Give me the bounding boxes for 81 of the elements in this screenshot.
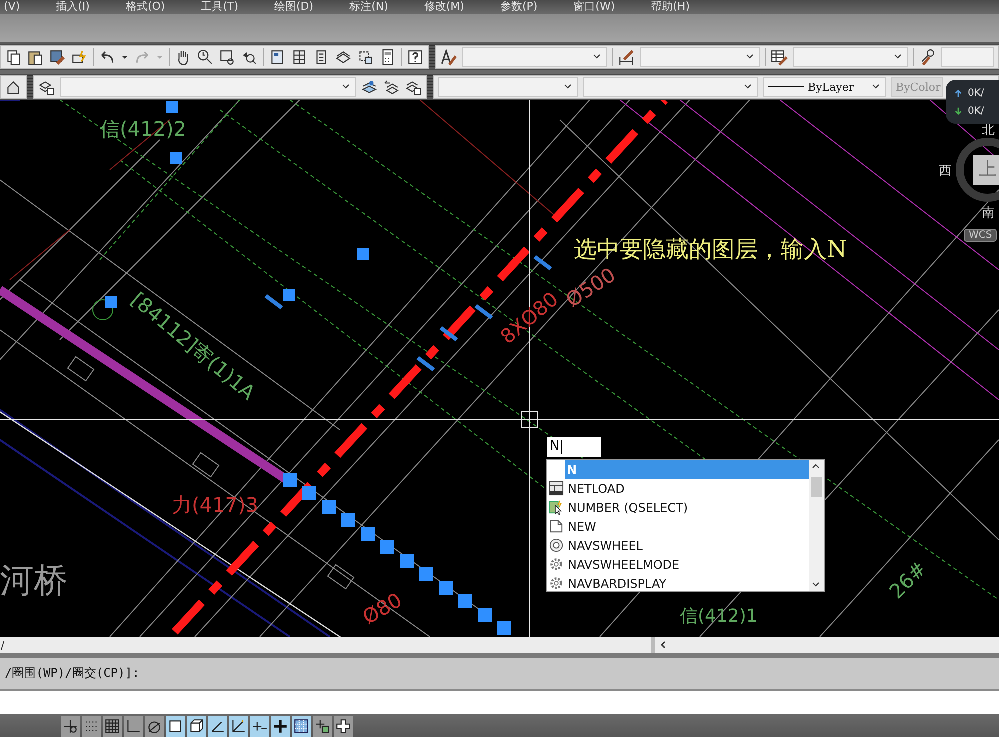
menu-item[interactable]: (V) [4, 0, 20, 14]
scrollbar[interactable] [809, 460, 824, 591]
viewcube-face[interactable]: 上 [973, 155, 999, 185]
upload-arrow-icon [954, 88, 963, 98]
autocomplete-item[interactable]: NETLOAD [547, 479, 809, 498]
autocomplete-item[interactable]: NAVSWHEELMODE [547, 555, 809, 574]
toolbar-grip[interactable] [429, 45, 435, 69]
ucs-menu[interactable]: WCS [964, 229, 998, 242]
brush-icon[interactable] [49, 48, 66, 66]
properties-icon[interactable] [269, 48, 286, 66]
drawing-label: 河桥 [0, 561, 68, 601]
menu-item[interactable]: 工具(T) [201, 0, 238, 14]
cube-icon[interactable] [187, 716, 206, 737]
table-style-icon[interactable] [771, 48, 788, 66]
markup-icon[interactable] [357, 48, 374, 66]
dotnet-icon [549, 481, 564, 496]
infer-icon[interactable] [61, 716, 80, 737]
ortho-icon[interactable] [124, 716, 143, 737]
menu-item[interactable]: 格式(O) [126, 0, 166, 14]
autocomplete-item[interactable]: N [565, 460, 809, 479]
lineweight-dropdown[interactable]: ByLayer [763, 77, 886, 97]
gear-icon [549, 576, 564, 591]
layer-previous-icon[interactable] [383, 78, 400, 96]
scroll-thumb[interactable] [811, 477, 822, 497]
toolbar-grip[interactable] [27, 75, 33, 99]
layer-on-icon[interactable] [361, 78, 378, 96]
download-speed: 0K/ [968, 106, 984, 116]
menu-item[interactable]: 绘图(D) [274, 0, 314, 14]
autocomplete-item[interactable]: NAVBARDISPLAY [547, 574, 809, 593]
dimension-style-icon[interactable] [618, 48, 635, 66]
copy-icon[interactable] [5, 48, 22, 66]
toolbar-grip[interactable] [427, 75, 433, 99]
menu-item[interactable]: 插入(I) [56, 0, 90, 14]
gear-icon [549, 557, 564, 572]
upload-speed: 0K/ [968, 88, 984, 98]
multileader-style-dropdown[interactable] [941, 47, 994, 67]
autocomplete-item[interactable]: NEW [547, 517, 809, 536]
snap-dots-icon[interactable] [82, 716, 101, 737]
compass-south[interactable]: 南 [982, 204, 995, 222]
menu-item[interactable]: 修改(M) [424, 0, 464, 14]
menu-item[interactable]: 参数(P) [500, 0, 538, 14]
menu-item[interactable]: 窗口(W) [574, 0, 616, 14]
house-icon[interactable] [5, 78, 22, 96]
multileader-style-icon[interactable] [919, 48, 936, 66]
help-icon[interactable] [407, 48, 424, 66]
autocomplete-item[interactable]: NUMBER (QSELECT) [547, 498, 809, 517]
zoom-window-icon[interactable] [219, 48, 236, 66]
angle-icon[interactable] [208, 716, 227, 737]
wheel-icon [549, 538, 564, 553]
square-icon[interactable] [166, 716, 185, 737]
grid-icon[interactable] [103, 716, 122, 737]
paste-icon[interactable] [27, 48, 44, 66]
text-style-icon[interactable] [440, 48, 457, 66]
command-history: / [0, 638, 6, 652]
cross-icon[interactable] [334, 716, 353, 737]
layer-states-icon[interactable] [405, 78, 422, 96]
menu-item[interactable]: 帮助(H) [651, 0, 690, 14]
layers-stack-icon[interactable] [335, 48, 352, 66]
cursor-icon [549, 500, 564, 515]
autocomplete-item[interactable]: NAVSWHEEL [547, 536, 809, 555]
download-arrow-icon [954, 106, 963, 116]
command-input[interactable]: N [547, 437, 601, 457]
axis-icon[interactable] [229, 716, 248, 737]
dynamic-input-icon[interactable] [250, 716, 269, 737]
layer-properties-icon[interactable] [38, 78, 55, 96]
document-icon [549, 519, 564, 534]
block-icon[interactable] [71, 48, 88, 66]
polar-icon[interactable] [145, 716, 164, 737]
compass-north[interactable]: 北 [982, 121, 995, 139]
command-prompt: /圈围(WP)/圈交(CP)]: [5, 666, 140, 680]
menu-item[interactable]: 标注(N) [350, 0, 388, 14]
zoom-clock-icon[interactable] [197, 48, 214, 66]
drawing-label: Ø80 [358, 588, 406, 630]
command-field[interactable] [0, 691, 999, 714]
plus-icon[interactable] [271, 716, 290, 737]
line-sample-icon [768, 85, 804, 89]
grid-panel-icon[interactable] [291, 48, 308, 66]
hatch-icon[interactable] [292, 716, 311, 737]
plus-square-icon[interactable] [313, 716, 332, 737]
compass-west[interactable]: 西 [939, 162, 952, 180]
color-dropdown[interactable] [438, 77, 578, 97]
